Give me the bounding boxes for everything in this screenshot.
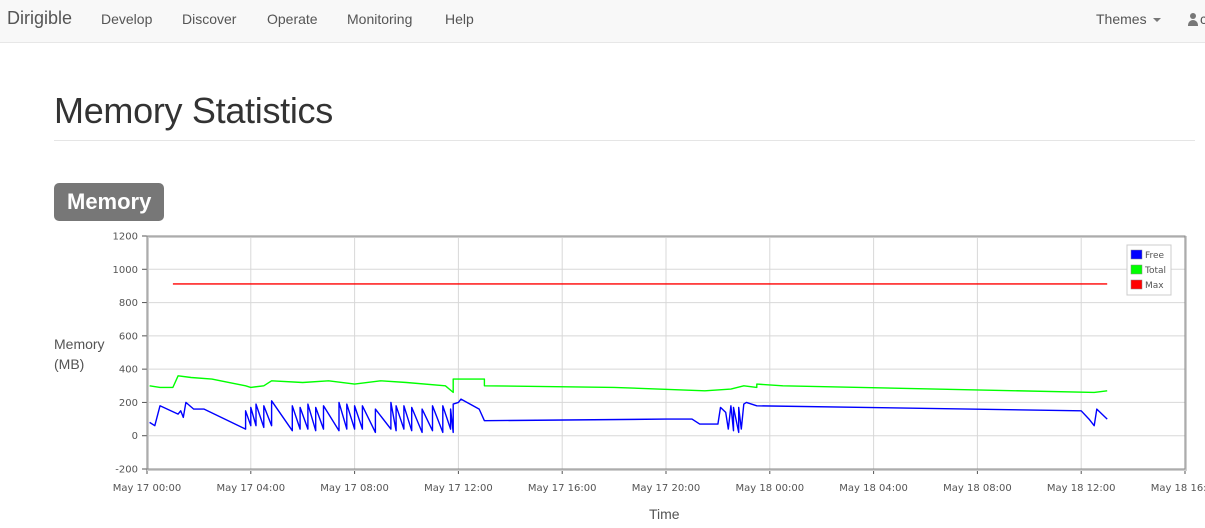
legend-label-free: Free bbox=[1145, 251, 1165, 261]
page-title: Memory Statistics bbox=[54, 90, 333, 131]
memory-chart: -200 0 200 400 600 800 1000 1200 May 17 00:00 May… bbox=[113, 232, 1205, 495]
nav-discover[interactable]: Discover bbox=[182, 11, 236, 27]
x-tick-label: May 17 08:00 bbox=[320, 483, 389, 494]
legend-swatch-max bbox=[1130, 279, 1143, 290]
legend-label-max: Max bbox=[1145, 281, 1164, 291]
x-tick-label: May 18 04:00 bbox=[839, 483, 908, 494]
nav-monitoring[interactable]: Monitoring bbox=[347, 11, 412, 27]
legend-swatch-free bbox=[1130, 249, 1143, 260]
y-tick-label: 400 bbox=[119, 365, 138, 376]
y-tick-label: 0 bbox=[132, 431, 138, 442]
section-label-badge: Memory bbox=[54, 183, 165, 221]
x-axis-title: Time bbox=[649, 506, 680, 522]
chart-legend: Free Total Max bbox=[1126, 244, 1172, 296]
y-tick-label: -200 bbox=[115, 465, 138, 476]
x-tick-label: May 18 08:00 bbox=[943, 483, 1012, 494]
x-tick-label: May 18 12:00 bbox=[1047, 483, 1116, 494]
x-tick-label: May 18 00:00 bbox=[736, 483, 805, 494]
title-divider bbox=[54, 140, 1195, 141]
legend-label-total: Total bbox=[1144, 266, 1166, 276]
x-tick-label: May 18 16:00 bbox=[1151, 483, 1205, 494]
y-tick-label: 200 bbox=[119, 398, 138, 409]
nav-operate[interactable]: Operate bbox=[267, 11, 318, 27]
legend-swatch-total bbox=[1130, 264, 1143, 275]
chevron-down-icon bbox=[1152, 18, 1161, 23]
nav-develop[interactable]: Develop bbox=[101, 11, 152, 27]
x-tick-label: May 17 16:00 bbox=[528, 483, 597, 494]
x-tick-label: May 17 04:00 bbox=[217, 483, 286, 494]
user-menu[interactable]: c bbox=[1186, 12, 1205, 30]
brand-logo[interactable]: Dirigible bbox=[7, 8, 72, 29]
y-tick-label: 1000 bbox=[113, 265, 138, 276]
x-tick-label: May 17 00:00 bbox=[113, 483, 182, 494]
navbar: Dirigible Develop Discover Operate Monit… bbox=[0, 0, 1205, 43]
y-tick-label: 800 bbox=[119, 298, 138, 309]
themes-dropdown[interactable]: Themes bbox=[1096, 11, 1161, 27]
y-tick-label: 1200 bbox=[113, 232, 138, 243]
x-tick-label: May 17 20:00 bbox=[632, 483, 701, 494]
nav-help[interactable]: Help bbox=[445, 11, 474, 27]
x-tick-label: May 17 12:00 bbox=[424, 483, 493, 494]
y-tick-label: 600 bbox=[119, 331, 138, 342]
themes-label: Themes bbox=[1096, 11, 1147, 27]
user-name-label: c bbox=[1200, 12, 1205, 27]
